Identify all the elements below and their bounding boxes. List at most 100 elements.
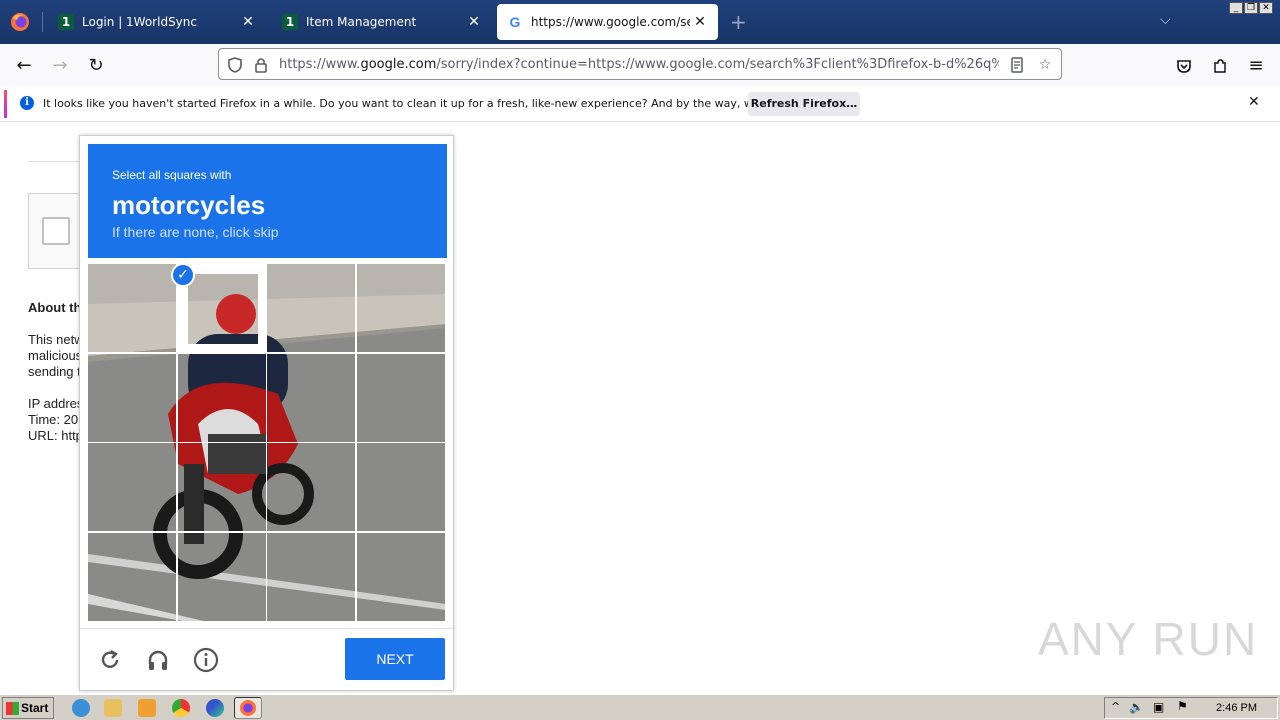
divider: [80, 628, 453, 629]
refresh-firefox-button[interactable]: Refresh Firefox…: [748, 92, 860, 116]
network-icon[interactable]: ▣: [1153, 700, 1164, 714]
bookmark-star-icon[interactable]: ☆: [1035, 55, 1055, 75]
back-arrow-icon[interactable]: ←: [10, 52, 38, 80]
new-tab-icon[interactable]: +: [730, 10, 747, 34]
info-icon[interactable]: [192, 646, 220, 674]
tile-image: [88, 443, 176, 531]
firefox-icon[interactable]: [8, 10, 32, 34]
captcha-tile[interactable]: [178, 443, 266, 531]
captcha-challenge: Select all squares with motorcycles If t…: [79, 135, 454, 691]
tile-image: [267, 354, 355, 442]
selected-tile-image: [188, 274, 258, 344]
page-text-line: URL: http: [28, 428, 83, 443]
tile-image: [357, 533, 445, 621]
notification-bar: i It looks like you haven't started Fire…: [0, 86, 1280, 122]
page-text-line: malicious: [28, 348, 83, 363]
clock[interactable]: 2:46 PM: [1216, 702, 1257, 714]
captcha-tile[interactable]: [178, 533, 266, 621]
captcha-tile[interactable]: [357, 443, 445, 531]
tab-google-search[interactable]: G https://www.google.com/search?c ✕: [497, 4, 718, 40]
skip-hint: If there are none, click skip: [112, 224, 279, 240]
navigation-toolbar: ← → ↻ https://www.google.com/sorry/index…: [0, 44, 1280, 86]
chrome-icon[interactable]: [172, 699, 190, 717]
firefox-icon: [240, 700, 256, 716]
flag-icon[interactable]: ⚑: [1177, 699, 1188, 713]
page-text-line: sending t: [28, 364, 81, 379]
pocket-icon[interactable]: [1170, 52, 1198, 80]
instruction-text: Select all squares with: [112, 168, 232, 182]
tile-image: [178, 443, 266, 531]
close-tab-icon[interactable]: ✕: [690, 14, 710, 30]
close-window-icon[interactable]: ✕: [1259, 2, 1273, 14]
captcha-tile[interactable]: [357, 264, 445, 352]
captcha-tile[interactable]: [267, 533, 355, 621]
file-explorer-icon[interactable]: [104, 699, 122, 717]
captcha-tile[interactable]: [357, 354, 445, 442]
media-player-icon[interactable]: [138, 699, 156, 717]
tile-image: [357, 264, 445, 352]
tile-image: [88, 264, 176, 352]
page-text-line: IP addres: [28, 396, 84, 411]
shield-icon[interactable]: [225, 55, 245, 75]
close-tab-icon[interactable]: ✕: [238, 14, 258, 30]
captcha-tile[interactable]: [357, 533, 445, 621]
tab-title: Login | 1WorldSync: [82, 15, 197, 29]
captcha-tile[interactable]: [88, 443, 176, 531]
windows-logo-icon: [6, 702, 19, 715]
close-icon[interactable]: ✕: [1248, 94, 1260, 110]
tile-image: [267, 264, 355, 352]
tile-image: [357, 443, 445, 531]
show-hidden-icon[interactable]: ^: [1111, 700, 1120, 713]
captcha-tile[interactable]: [88, 264, 176, 352]
reload-icon[interactable]: ↻: [82, 52, 110, 80]
1worldsync-favicon-icon: 1: [58, 14, 74, 30]
close-tab-icon[interactable]: ✕: [464, 14, 484, 30]
extensions-icon[interactable]: [1206, 52, 1234, 80]
start-button[interactable]: Start: [2, 697, 54, 719]
internet-explorer-icon[interactable]: [72, 699, 90, 717]
tab-item-management[interactable]: 1 Item Management ✕: [268, 4, 492, 40]
url-bar[interactable]: https://www.google.com/sorry/index?conti…: [218, 48, 1062, 80]
restore-icon[interactable]: ❐: [1244, 2, 1258, 14]
tab-title: Item Management: [306, 15, 417, 29]
recaptcha-checkbox[interactable]: [42, 217, 70, 245]
minimize-icon[interactable]: _: [1229, 2, 1243, 14]
page-text-line: This netw: [28, 332, 84, 347]
reload-challenge-icon[interactable]: [96, 646, 124, 674]
captcha-tile[interactable]: [88, 354, 176, 442]
tile-image: [88, 533, 176, 621]
reader-view-icon[interactable]: [1007, 55, 1027, 75]
lock-icon[interactable]: [251, 55, 271, 75]
tile-image: [178, 533, 266, 621]
url-text[interactable]: https://www.google.com/sorry/index?conti…: [279, 57, 999, 72]
firefox-taskbar-button[interactable]: [234, 697, 262, 719]
captcha-tile[interactable]: [178, 354, 266, 442]
captcha-tile[interactable]: [267, 264, 355, 352]
hamburger-menu-icon[interactable]: ≡: [1242, 52, 1270, 80]
google-favicon-icon: G: [509, 14, 521, 30]
edge-icon[interactable]: [206, 699, 224, 717]
captcha-tile[interactable]: [267, 443, 355, 531]
captcha-tile[interactable]: [267, 354, 355, 442]
tile-image: [267, 533, 355, 621]
captcha-tile[interactable]: [88, 533, 176, 621]
chevron-down-icon[interactable]: ⌵: [1160, 12, 1171, 28]
forward-arrow-icon[interactable]: →: [46, 52, 74, 80]
1worldsync-favicon-icon: 1: [282, 14, 298, 30]
anyrun-watermark: ANY RUN: [1038, 613, 1259, 665]
taskbar: Start ^ 🔈 ▣ ⚑ 2:46 PM: [0, 694, 1280, 720]
page-text-line: Time: 20: [28, 412, 79, 427]
next-button[interactable]: NEXT: [345, 638, 445, 680]
headphones-icon[interactable]: [144, 646, 172, 674]
system-tray: ^ 🔈 ▣ ⚑ 2:46 PM: [1104, 697, 1278, 719]
about-heading: About th: [28, 300, 82, 315]
volume-icon[interactable]: 🔈: [1129, 700, 1144, 714]
challenge-header: Select all squares with motorcycles If t…: [88, 144, 447, 258]
captcha-tile[interactable]: ✓: [171, 263, 266, 352]
tab-title: https://www.google.com/search?c: [531, 15, 690, 29]
target-object: motorcycles: [112, 190, 266, 220]
tile-image: [88, 354, 176, 442]
tab-login-1worldsync[interactable]: 1 Login | 1WorldSync ✕: [44, 4, 266, 40]
tab-separator: [42, 12, 43, 32]
tile-image: [357, 354, 445, 442]
